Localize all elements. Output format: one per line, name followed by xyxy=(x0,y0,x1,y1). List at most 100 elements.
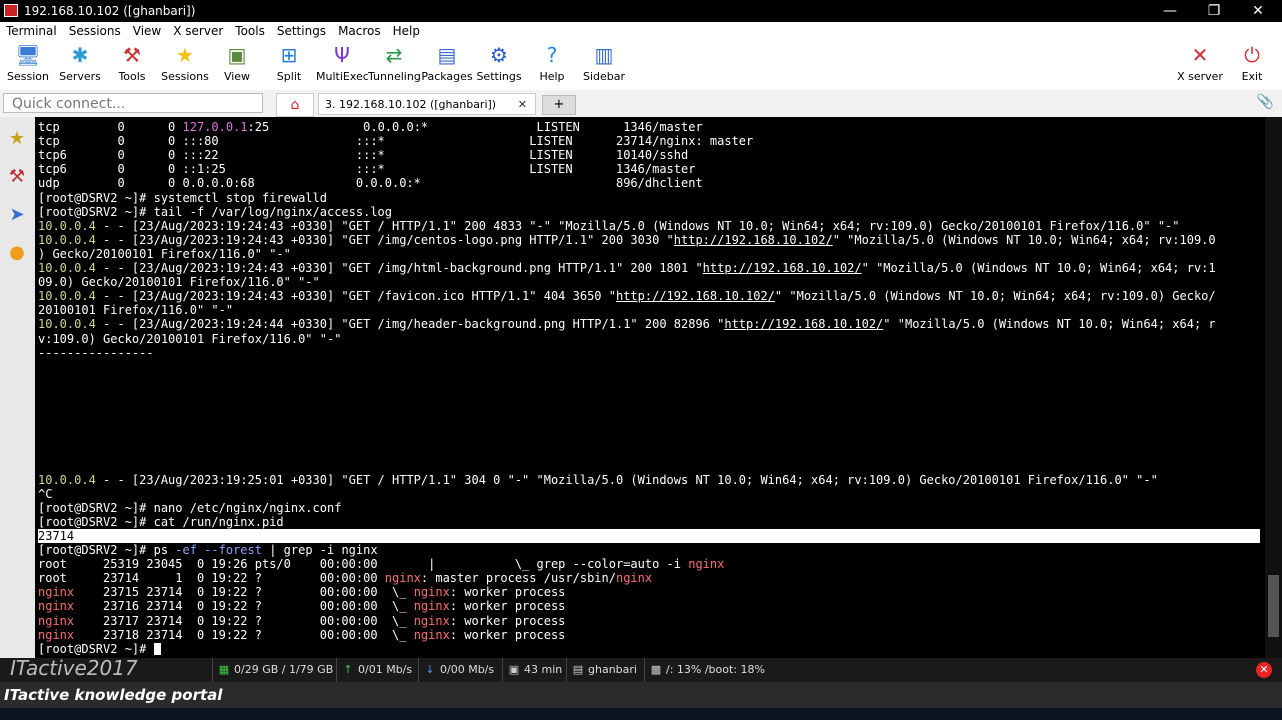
toolbar-split-button[interactable]: ⊞ Split xyxy=(263,42,315,83)
toolbar-settings-button[interactable]: ⚙ Settings xyxy=(473,42,525,83)
portal-text: ITactive knowledge portal xyxy=(4,686,223,704)
toolbar-exit-button[interactable]: ⏻ Exit xyxy=(1226,42,1278,83)
terminal-text: [root@DSRV2 ~]# systemctl stop firewalld xyxy=(38,190,327,205)
tools-icon: ⚒ xyxy=(123,43,141,67)
terminal-text: - - [23/Aug/2023:19:24:43 +0330] "GET /i… xyxy=(95,261,703,275)
terminal-scrollbar[interactable] xyxy=(1265,117,1282,658)
menu-bar: Terminal Sessions View X server Tools Setting… xyxy=(0,22,1282,40)
status-item-upload: ↑ 0/01 Mb/s xyxy=(336,658,418,682)
status-close-icon[interactable]: ✕ xyxy=(1256,662,1272,678)
terminal-link[interactable]: http://192.168.10.102/ xyxy=(616,289,775,303)
menu-item-view[interactable]: View xyxy=(127,22,167,38)
menu-item-tools[interactable]: Tools xyxy=(229,22,271,38)
terminal-line: [root@DSRV2 ~]# ps -ef --forest | grep -… xyxy=(38,543,378,557)
terminal-line: 20100101 Firefox/116.0" "-" xyxy=(38,303,233,317)
session-tab[interactable]: 3. 192.168.10.102 ([ghanbari]) ✕ xyxy=(318,93,536,115)
restore-button[interactable]: ❐ xyxy=(1194,1,1234,21)
quick-connect-input[interactable]: Quick connect... xyxy=(3,93,263,113)
terminal-text: - - [23/Aug/2023:19:24:44 +0330] "GET /i… xyxy=(95,317,725,332)
terminal-output[interactable]: tcp 0 0 127.0.0.1:25 0.0.0.0:* LISTEN 13… xyxy=(35,117,1265,658)
attachment-icon[interactable]: 📎 xyxy=(1257,94,1274,110)
star-icon[interactable]: ★ xyxy=(5,127,29,151)
terminal-line: 10.0.0.4 - - [23/Aug/2023:19:24:44 +0330… xyxy=(38,317,1216,331)
toolbar-label: Packages xyxy=(421,70,473,83)
toolbar-session-button[interactable]: 🖥 Session xyxy=(2,42,54,83)
new-tab-button[interactable]: + xyxy=(542,95,576,115)
terminal-link[interactable]: http://192.168.10.102/ xyxy=(674,233,833,247)
status-text: 0/00 Mb/s xyxy=(440,663,495,676)
toolbar-x-server-button[interactable]: ✕ X server xyxy=(1174,42,1226,83)
tab-close-icon[interactable]: ✕ xyxy=(518,94,527,116)
terminal-text: :25 0.0.0.0:* LISTEN 1346/master xyxy=(247,120,703,134)
terminal-text: [root@DSRV2 ~]# xyxy=(38,641,154,656)
menu-item-macros[interactable]: Macros xyxy=(332,22,387,38)
servers-icon: ✱ xyxy=(71,43,89,67)
portal-banner: ITactive knowledge portal xyxy=(0,682,1282,708)
terminal-text: nginx xyxy=(38,585,75,600)
toolbar-multiexec-button[interactable]: Ψ MultiExec xyxy=(316,42,369,83)
gear-icon: ⚙ xyxy=(490,43,508,67)
terminal-text: : worker process xyxy=(449,599,566,614)
terminal-line: tcp6 0 0 :::22 :::* LISTEN 10140/sshd xyxy=(38,148,688,162)
disk-icon: ▦ xyxy=(218,663,230,676)
menu-item-help[interactable]: Help xyxy=(387,22,426,38)
terminal-text: " "Mozilla/5.0 (Windows NT 10.0; Win64; … xyxy=(774,289,1216,304)
terminal-text: nginx xyxy=(413,585,450,600)
terminal-text: tcp6 0 0 :::22 :::* LISTEN 10140/sshd xyxy=(38,148,689,163)
send-icon[interactable]: ➤ xyxy=(5,203,29,227)
status-item-drive: ▩ /: 13% /boot: 18% xyxy=(644,658,784,682)
terminal-line: 10.0.0.4 - - [23/Aug/2023:19:25:01 +0330… xyxy=(38,473,1158,487)
terminal-text: v:109.0) Gecko/20100101 Firefox/116.0" "… xyxy=(38,331,342,346)
menu-item-settings[interactable]: Settings xyxy=(271,22,332,38)
status-text: /: 13% /boot: 18% xyxy=(666,663,765,676)
minimize-button[interactable]: — xyxy=(1150,1,1190,21)
toolbar-help-button[interactable]: ? Help xyxy=(526,42,578,83)
toolbar-tunneling-button[interactable]: ⇄ Tunneling xyxy=(368,42,421,83)
terminal-text: - - [23/Aug/2023:19:24:43 +0330] "GET /f… xyxy=(95,289,616,304)
terminal-line: 10.0.0.4 - - [23/Aug/2023:19:24:43 +0330… xyxy=(38,289,1216,303)
terminal-line: 10.0.0.4 - - [23/Aug/2023:19:24:43 +0330… xyxy=(38,261,1216,275)
terminal-text: tcp6 0 0 ::1:25 :::* LISTEN 1346/master xyxy=(38,162,696,177)
terminal-link[interactable]: http://192.168.10.102/ xyxy=(724,317,883,331)
toolbar-packages-button[interactable]: ▤ Packages xyxy=(421,42,473,83)
terminal-text: 23714 xyxy=(38,528,75,543)
terminal-text: : master process /usr/sbin/ xyxy=(420,571,616,586)
terminal-text: - - [23/Aug/2023:19:24:43 +0330] "GET / … xyxy=(95,218,1180,233)
toolbar-servers-button[interactable]: ✱ Servers xyxy=(54,42,106,83)
toolbar-tools-button[interactable]: ⚒ Tools xyxy=(106,42,158,83)
toolbar-view-button[interactable]: ▣ View xyxy=(211,42,263,83)
menu-item-x-server[interactable]: X server xyxy=(167,22,229,38)
terminal-line: nginx 23718 23714 0 19:22 ? 00:00:00 \_ … xyxy=(38,628,565,642)
terminal-line: tcp6 0 0 ::1:25 :::* LISTEN 1346/master xyxy=(38,162,695,176)
terminal-line: root 25319 23045 0 19:26 pts/0 00:00:00 … xyxy=(38,557,724,571)
xserver-icon: ✕ xyxy=(1191,43,1209,67)
scrollbar-thumb[interactable] xyxy=(1268,575,1279,637)
drive-icon: ▩ xyxy=(650,663,662,676)
menu-item-terminal[interactable]: Terminal xyxy=(0,22,63,38)
tab-row: Quick connect... ⌂ 3. 192.168.10.102 ([g… xyxy=(0,90,1282,117)
terminal-text: ---------------- xyxy=(38,345,154,360)
terminal-text: tcp 0 0 xyxy=(38,120,183,134)
toolbar-label: Servers xyxy=(59,70,101,83)
terminal-text: nginx xyxy=(384,571,421,586)
toolbar-sessions-button[interactable]: ★ Sessions xyxy=(159,42,211,83)
home-icon: ⌂ xyxy=(290,97,300,113)
split-icon: ⊞ xyxy=(280,43,298,67)
terminal-text: 23718 23714 0 19:22 ? 00:00:00 \_ xyxy=(74,627,414,642)
session-tab-label: 3. 192.168.10.102 ([ghanbari]) xyxy=(325,98,497,111)
status-item-disk: ▦ 0/29 GB / 1/79 GB xyxy=(212,658,336,682)
terminal-link[interactable]: http://192.168.10.102/ xyxy=(703,261,862,275)
terminal-line: tcp 0 0 127.0.0.1:25 0.0.0.0:* LISTEN 13… xyxy=(38,120,703,134)
macro-icon[interactable]: ● xyxy=(5,241,29,265)
close-button[interactable]: ✕ xyxy=(1238,1,1278,21)
terminal-text: 23717 23714 0 19:22 ? 00:00:00 \_ xyxy=(74,613,414,628)
toolbar-sidebar-button[interactable]: ▥ Sidebar xyxy=(578,42,630,83)
terminal-line: ) Gecko/20100101 Firefox/116.0" "-" xyxy=(38,247,291,261)
home-tab[interactable]: ⌂ xyxy=(276,93,314,117)
toolbar-label: X server xyxy=(1177,70,1223,83)
terminal-text: ) Gecko/20100101 Firefox/116.0" "-" xyxy=(38,246,291,261)
menu-item-sessions[interactable]: Sessions xyxy=(63,22,127,38)
terminal-text: -ef --forest xyxy=(175,543,262,557)
toolbar-label: Split xyxy=(276,70,302,83)
tools-icon[interactable]: ⚒ xyxy=(5,165,29,189)
